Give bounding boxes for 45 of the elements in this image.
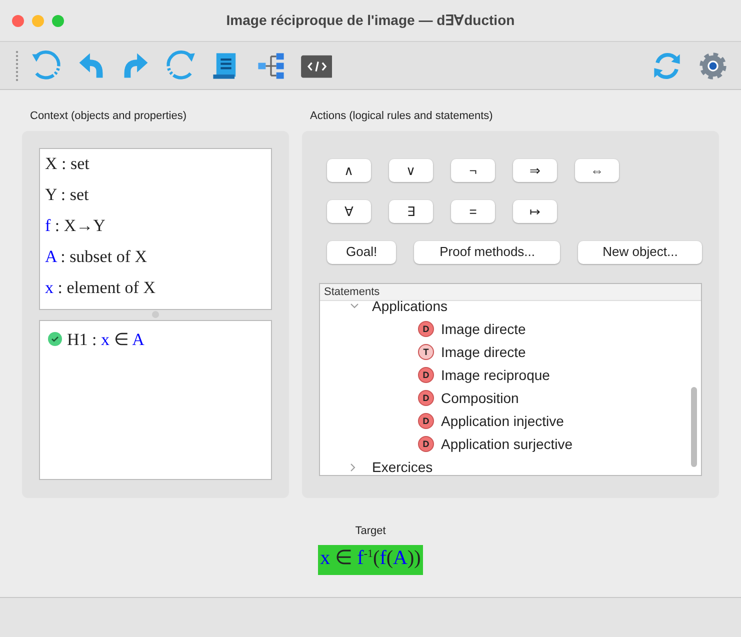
action-button[interactable]: Goal! xyxy=(327,240,396,264)
logic-button[interactable]: = xyxy=(451,200,495,222)
logic-button[interactable]: ⇒ xyxy=(513,158,557,182)
tree-item[interactable]: Composition xyxy=(441,388,519,408)
tree-item[interactable]: Image directe xyxy=(441,342,526,362)
badge: D xyxy=(418,390,434,406)
scrollbar-thumb[interactable] xyxy=(691,386,697,466)
panel-label: Actions (logical rules and statements) xyxy=(309,109,494,124)
close-button[interactable] xyxy=(12,14,24,26)
object-item[interactable]: x : element of X xyxy=(45,276,271,308)
tree-item[interactable]: Image reciproque xyxy=(441,364,550,386)
object-item[interactable]: f : X→Y xyxy=(45,214,271,246)
badge: D xyxy=(418,367,434,383)
property-item[interactable]: H1 : x ∈ A xyxy=(67,326,144,352)
settings-icon[interactable] xyxy=(697,50,729,82)
logic-button[interactable]: ∧ xyxy=(327,158,371,182)
logic-button[interactable]: ∨ xyxy=(389,158,433,182)
minimize-button[interactable] xyxy=(32,14,44,26)
window-title: Image réciproque de l'image — d∃∀duction xyxy=(225,11,516,30)
badge: D xyxy=(418,413,434,429)
object-item[interactable]: A : subset of X xyxy=(45,246,271,276)
badge: D xyxy=(418,436,434,452)
object-item[interactable]: Y : set xyxy=(45,184,271,214)
panel-label: Context (objects and properties) xyxy=(29,109,188,124)
target-formula: x ∈ f$^{-1}$(f(A)) xyxy=(318,545,423,575)
action-button[interactable]: New object... xyxy=(578,240,702,264)
badge: D xyxy=(418,321,434,337)
target-label: Target xyxy=(355,524,386,538)
tree-item[interactable]: Application injective xyxy=(441,410,564,432)
undo-all-icon[interactable] xyxy=(30,50,62,82)
column-header[interactable]: Statements xyxy=(320,284,701,300)
logic-button[interactable]: ∃ xyxy=(389,200,433,222)
badge: T xyxy=(418,344,434,360)
redo-all-icon[interactable] xyxy=(165,50,197,82)
logic-button[interactable]: ¬ xyxy=(451,158,495,182)
tree-item[interactable]: Image directe xyxy=(441,318,526,340)
logic-button[interactable]: ↦ xyxy=(513,200,557,222)
action-button[interactable]: Proof methods... xyxy=(414,240,560,264)
tree-item[interactable]: Application surjective xyxy=(441,434,573,454)
zoom-button[interactable] xyxy=(52,14,64,26)
splitter-handle[interactable] xyxy=(152,311,159,318)
object-item[interactable]: X : set xyxy=(45,152,271,184)
logic-button[interactable]: ∀ xyxy=(327,200,371,222)
logic-button[interactable]: ⇔ xyxy=(575,158,619,182)
tree-item[interactable]: Exercices xyxy=(372,456,433,474)
